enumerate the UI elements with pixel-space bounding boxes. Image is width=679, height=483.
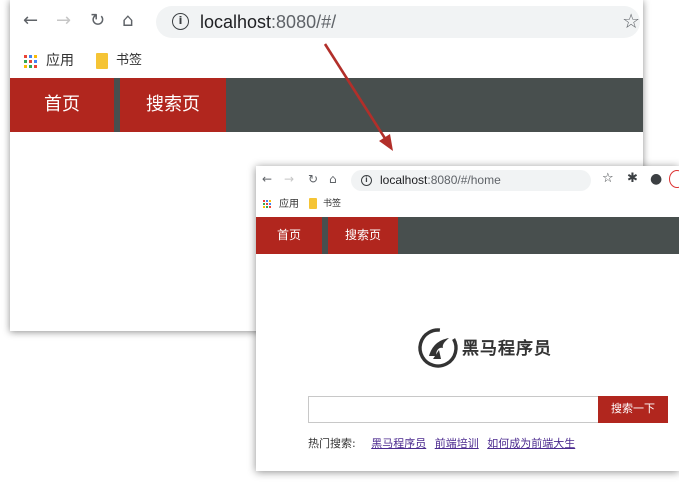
hot-search-label: 热门搜索: — [308, 437, 356, 450]
url-host: localhost — [380, 173, 428, 187]
browser-toolbar: ← → ↻ ⌂ i localhost:8080/#/home ☆ ✱ ● — [256, 166, 679, 194]
star-icon[interactable]: ☆ — [602, 171, 614, 187]
screenshot-stage: ← → ↻ ⌂ i localhost:8080/#/ ☆ 应用 书签 首页 搜… — [0, 0, 679, 483]
bookmark-apps[interactable]: 应用 — [279, 198, 299, 211]
hot-link[interactable]: 黑马程序员 — [371, 437, 426, 450]
hot-link[interactable]: 前端培训 — [435, 437, 479, 450]
url-path: :8080/#/home — [427, 173, 501, 187]
folder-icon — [96, 53, 108, 69]
folder-icon — [309, 198, 317, 209]
nav-search[interactable]: 搜索页 — [328, 217, 398, 254]
info-icon[interactable]: i — [361, 175, 372, 186]
back-icon[interactable]: ← — [262, 172, 272, 186]
apps-icon[interactable] — [263, 200, 272, 209]
site-navbar: 首页 搜索页 — [256, 217, 679, 254]
bookmark-apps[interactable]: 应用 — [46, 51, 74, 71]
extension-icon[interactable]: ✱ — [627, 171, 638, 187]
reload-icon[interactable]: ↻ — [308, 172, 318, 186]
logo-text: 黑马程序员 — [462, 339, 552, 359]
search-button[interactable]: 搜索一下 — [598, 396, 668, 423]
bookmarks-bar: 应用 书签 — [10, 44, 643, 78]
address-bar[interactable]: i localhost:8080/#/ ☆ — [156, 6, 640, 38]
home-icon[interactable]: ⌂ — [122, 10, 133, 32]
forward-icon[interactable]: → — [284, 172, 294, 186]
bookmarks-bar: 应用 书签 — [256, 194, 679, 216]
nav-home[interactable]: 首页 — [10, 78, 114, 132]
forward-icon[interactable]: → — [56, 10, 71, 32]
browser-toolbar: ← → ↻ ⌂ i localhost:8080/#/ ☆ — [10, 0, 643, 44]
url-path: :8080/#/ — [271, 12, 337, 32]
bookmark-folder[interactable]: 书签 — [116, 51, 142, 71]
info-icon[interactable]: i — [172, 13, 189, 30]
site-navbar: 首页 搜索页 — [10, 78, 643, 132]
back-icon[interactable]: ← — [23, 10, 38, 32]
logo-icon — [418, 328, 458, 368]
address-bar[interactable]: i localhost:8080/#/home — [351, 170, 591, 191]
search-input[interactable] — [308, 396, 598, 423]
url-text[interactable]: localhost:8080/#/home — [380, 173, 501, 188]
star-icon[interactable]: ☆ — [622, 9, 640, 33]
hot-search: 热门搜索: 黑马程序员 前端培训 如何成为前端大生 — [308, 437, 575, 451]
nav-home[interactable]: 首页 — [256, 217, 322, 254]
site-logo: 黑马程序员 — [416, 326, 566, 370]
profile-icon[interactable]: ● — [650, 171, 662, 187]
menu-icon[interactable] — [669, 170, 679, 188]
browser-window-home: ← → ↻ ⌂ i localhost:8080/#/home ☆ ✱ ● 应用… — [256, 166, 679, 471]
nav-search[interactable]: 搜索页 — [120, 78, 226, 132]
bookmark-folder[interactable]: 书签 — [323, 198, 341, 211]
apps-icon[interactable] — [24, 55, 37, 68]
home-icon[interactable]: ⌂ — [329, 172, 337, 186]
hot-link[interactable]: 如何成为前端大生 — [487, 437, 575, 450]
reload-icon[interactable]: ↻ — [90, 10, 105, 32]
url-text[interactable]: localhost:8080/#/ — [200, 11, 336, 33]
url-host: localhost — [200, 12, 272, 32]
